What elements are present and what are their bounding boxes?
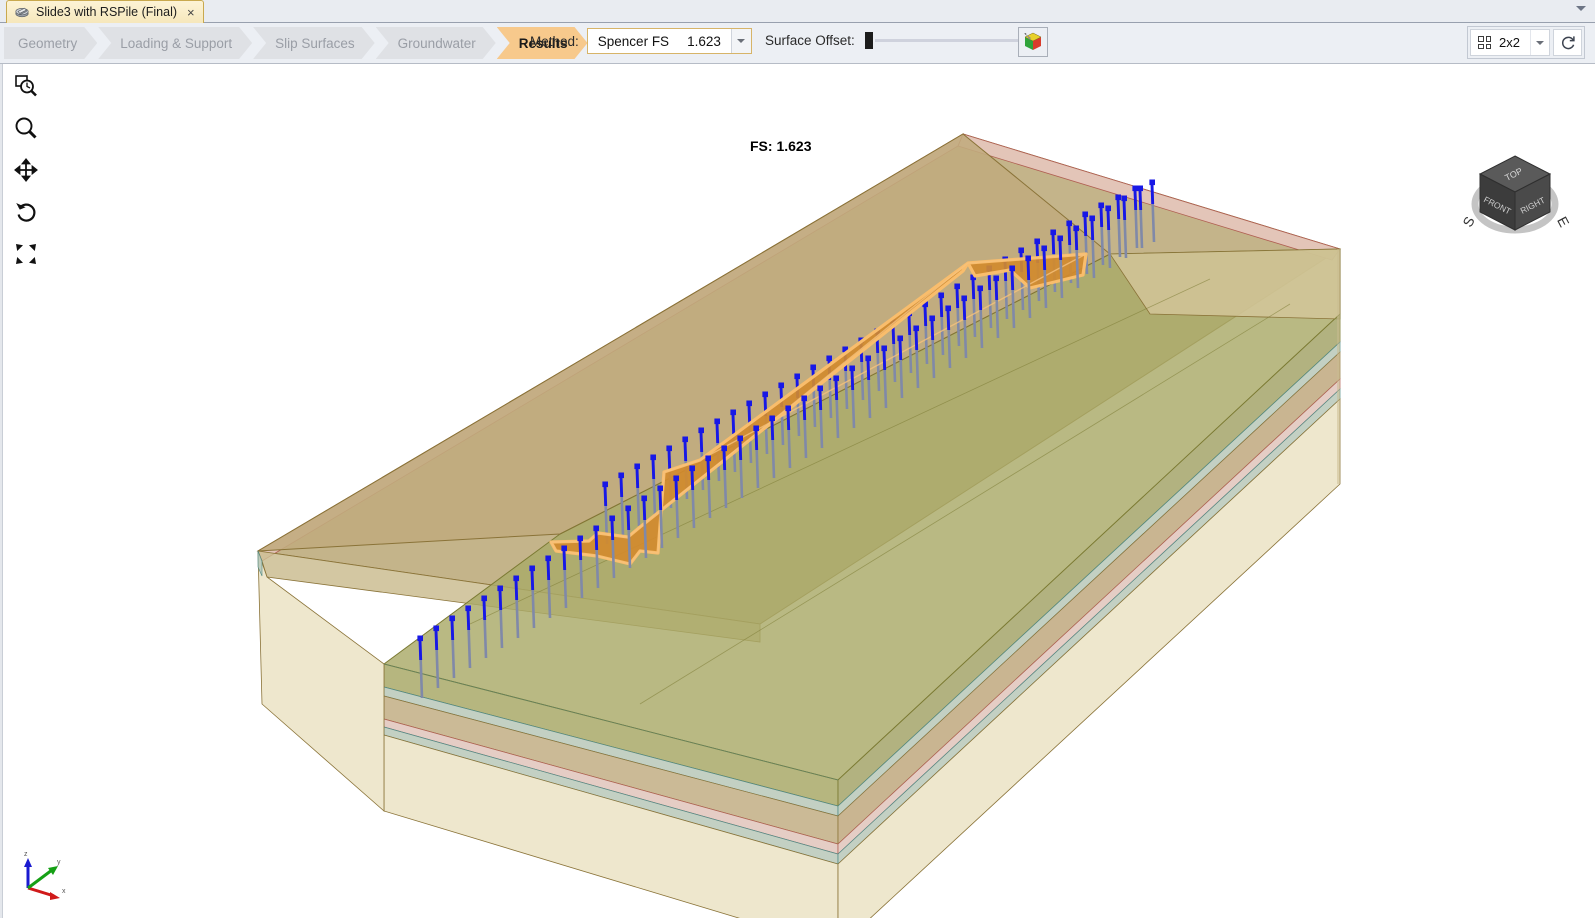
refresh-icon xyxy=(1561,35,1575,49)
breadcrumb-item-geometry[interactable]: Geometry xyxy=(4,27,97,59)
chevron-down-icon[interactable] xyxy=(1576,6,1586,11)
document-tab-label: Slide3 with RSPile (Final) xyxy=(36,5,178,19)
orientation-cube[interactable]: TOP FRONT RIGHT S E xyxy=(1460,146,1570,256)
method-value-number: 1.623 xyxy=(687,33,721,49)
method-control: Method: Spencer FS 1.623 xyxy=(530,28,752,54)
breadcrumb-label: Loading & Support xyxy=(120,35,233,51)
breadcrumb: Geometry Loading & Support Slip Surfaces… xyxy=(4,27,589,59)
breadcrumb-item-slip-surfaces[interactable]: Slip Surfaces xyxy=(253,27,375,59)
method-label: Method: xyxy=(530,33,579,49)
breadcrumb-item-groundwater[interactable]: Groundwater xyxy=(376,27,496,59)
refresh-button[interactable] xyxy=(1553,29,1582,56)
surface-offset-label: Surface Offset: xyxy=(765,32,855,48)
document-tab[interactable]: Slide3 with RSPile (Final) × xyxy=(6,0,204,23)
breadcrumb-label: Geometry xyxy=(18,35,78,51)
close-icon[interactable]: × xyxy=(187,6,195,19)
slider-handle[interactable] xyxy=(864,31,873,49)
breadcrumb-label: Slip Surfaces xyxy=(275,35,355,51)
slide3-document-icon xyxy=(15,5,30,20)
application-window: Slide3 with RSPile (Final) × Geometry Lo… xyxy=(0,0,1595,918)
breadcrumb-item-loading-support[interactable]: Loading & Support xyxy=(98,27,252,59)
soil-block xyxy=(256,133,1342,918)
slider-track xyxy=(874,38,1030,42)
grid-2x2-icon xyxy=(1478,36,1492,49)
breadcrumb-label: Groundwater xyxy=(397,35,476,51)
viewport-3d[interactable]: FS: 1.623 TOP FRONT RIGHT S E z y x xyxy=(0,64,1595,918)
document-tab-strip: Slide3 with RSPile (Final) × xyxy=(0,0,1595,23)
view-layout-combobox[interactable]: 2x2 xyxy=(1470,29,1550,56)
compass-east-label: E xyxy=(1554,214,1570,230)
caret-down-icon xyxy=(1536,40,1544,45)
view-layout-value: 2x2 xyxy=(1499,35,1520,50)
axis-label-x: x xyxy=(62,888,66,895)
axis-label-z: z xyxy=(24,851,28,858)
color-cube-icon xyxy=(1024,32,1042,50)
axis-label-y: y xyxy=(57,859,61,866)
method-combobox[interactable]: Spencer FS 1.623 xyxy=(586,28,752,54)
caret-down-icon xyxy=(737,39,746,43)
soil-model-3d[interactable] xyxy=(0,64,1595,918)
axis-triad: z y x xyxy=(24,851,66,900)
surface-offset-control: Surface Offset: xyxy=(765,30,1030,50)
method-value-name: Spencer FS xyxy=(597,33,670,49)
display-options-button[interactable] xyxy=(1018,27,1048,57)
view-layout-dropdown-button[interactable] xyxy=(1530,30,1549,55)
surface-offset-slider[interactable] xyxy=(864,30,1030,50)
method-dropdown-button[interactable] xyxy=(730,29,751,53)
view-layout-control: 2x2 xyxy=(1467,26,1585,59)
